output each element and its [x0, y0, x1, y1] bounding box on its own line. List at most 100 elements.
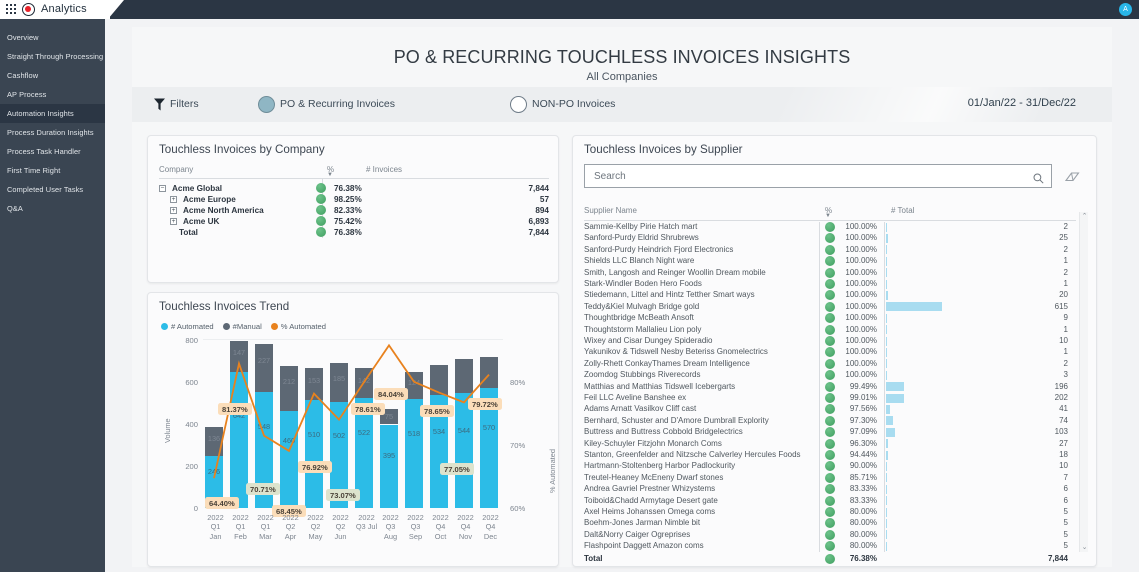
supplier-row[interactable]: Flashpoint Daggett Amazon coms 80.00% 5: [573, 541, 1098, 552]
supplier-row[interactable]: Stanton, Greenfelder and Nitzsche Calver…: [573, 450, 1098, 461]
date-range-label[interactable]: 01/Jan/22 - 31/Dec/22: [968, 97, 1076, 109]
supplier-row[interactable]: Dalt&Norry Caiger Ogreprises 80.00% 5: [573, 529, 1098, 541]
table-header-divider: [584, 220, 1076, 221]
x-tick-label: 2022 Q3 Aug: [382, 513, 399, 541]
supplier-row[interactable]: Yakunikov & Tidswell Nesby Beteriss Gnom…: [573, 347, 1098, 358]
supplier-row[interactable]: Sammie-Kellby Pirie Hatch mart 100.00% 2: [573, 222, 1098, 233]
supplier-row[interactable]: Shields LLC Blanch Night ware 100.00% 1: [573, 256, 1098, 267]
supplier-total: 1: [1063, 279, 1068, 288]
status-indicator-dot: [825, 404, 835, 415]
supplier-name: Hartmann-Stoltenberg Harbor Padlockurity: [584, 461, 736, 471]
supplier-row[interactable]: Adams Arnatt Vasilkov Cliff cast 97.56% 41: [573, 404, 1098, 415]
sidebar-item-qa[interactable]: Q&A: [0, 199, 105, 218]
supplier-bar: [886, 347, 888, 357]
supplier-row[interactable]: Smith, Langosh and Reinger Woollin Dream…: [573, 267, 1098, 279]
user-avatar[interactable]: A: [1119, 3, 1132, 16]
supplier-bar: [886, 279, 888, 289]
legend-item-manual[interactable]: #Manual: [222, 322, 262, 331]
eraser-icon[interactable]: [1064, 170, 1080, 182]
supplier-bar: [886, 382, 904, 392]
supplier-row[interactable]: Feil LLC Aveline Banshee ex 99.01% 202: [573, 393, 1098, 404]
supplier-row[interactable]: Toiboid&Chadd Armytage Desert gate 83.33%…: [573, 495, 1098, 507]
radio-po-recurring-invoices[interactable]: [258, 96, 275, 113]
supplier-row[interactable]: Treutel-Heaney McEneny Dwarf stones 85.71…: [573, 472, 1098, 484]
supplier-pct: 100.00%: [845, 313, 877, 323]
legend-label-pct-automated: % Automated: [280, 322, 326, 331]
supplier-row[interactable]: Zoomdog Stubbings Riverecords 100.00% 3: [573, 370, 1098, 381]
supplier-row[interactable]: Buttress and Buttress Cobbold Bridgelect…: [573, 427, 1098, 438]
scroll-up-icon[interactable]: ⌃: [1080, 212, 1089, 221]
supplier-row[interactable]: Bernhard, Schuster and D'Amore Dumbrall …: [573, 415, 1098, 427]
supplier-bar: [886, 461, 888, 471]
supplier-bar: [886, 370, 888, 380]
supplier-pct: 100.00%: [845, 358, 877, 368]
sidebar-item-overview[interactable]: Overview: [0, 28, 105, 47]
filters-label[interactable]: Filters: [170, 98, 199, 110]
supplier-row[interactable]: Andrea Gavriel Prestner Whizystems 83.33%…: [573, 484, 1098, 495]
legend-item-automated[interactable]: # Automated: [161, 322, 214, 331]
supplier-bar: [886, 416, 893, 426]
supplier-total: 1: [1063, 256, 1068, 266]
grid-apps-icon[interactable]: [6, 4, 17, 15]
supplier-row[interactable]: Hartmann-Stoltenberg Harbor Padlockurity…: [573, 461, 1098, 472]
supplier-pct: 83.33%: [849, 495, 877, 505]
pct-label: 79.72%: [468, 398, 502, 410]
sidebar-item-automation-insights[interactable]: Automation Insights: [0, 104, 105, 123]
search-input[interactable]: Search: [584, 164, 1052, 188]
col-header-invoices[interactable]: # Invoices: [366, 165, 402, 174]
supplier-row[interactable]: Stiedemann, Littel and Hintz Tetther Sma…: [573, 290, 1098, 301]
y2-tick-80: 80%: [510, 378, 526, 387]
radio-label-non-po-invoices[interactable]: NON-PO Invoices: [532, 98, 615, 110]
tree-toggle-expand-icon[interactable]: +: [170, 196, 177, 203]
supplier-row[interactable]: Boehm-Jones Jarman Nimble bit 80.00% 5: [573, 518, 1098, 529]
supplier-row[interactable]: Matthias and Matthias Tidswell Icebergar…: [573, 381, 1098, 393]
supplier-name: Thoughtstorm Mallalieu Lion poly: [584, 324, 702, 334]
supplier-pct: 90.00%: [849, 461, 877, 471]
sidebar-item-process-duration-insights[interactable]: Process Duration Insights: [0, 123, 105, 142]
card-title-trend: Touchless Invoices Trend: [159, 300, 290, 313]
supplier-total: 18: [1059, 450, 1068, 459]
col-header-company[interactable]: Company: [159, 165, 193, 174]
supplier-name: Adams Arnatt Vasilkov Cliff cast: [584, 404, 697, 414]
supplier-row[interactable]: Thoughtstorm Mallalieu Lion poly 100.00% 1: [573, 324, 1098, 336]
supplier-row[interactable]: Wixey and Cisar Dungey Spideradio 100.00%…: [573, 336, 1098, 347]
funnel-icon[interactable]: [154, 98, 165, 111]
supplier-row[interactable]: Sanford-Purdy Heindrich Fjord Electronic…: [573, 244, 1098, 256]
col-header-supplier-name[interactable]: Supplier Name: [584, 206, 637, 215]
legend-label-automated: # Automated: [171, 322, 214, 331]
tree-toggle-expand-icon[interactable]: +: [170, 207, 177, 214]
status-indicator-dot: [825, 415, 835, 426]
pct-label: 77.05%: [440, 463, 474, 475]
supplier-name: Kiley-Schuyler Fitzjohn Monarch Coms: [584, 438, 722, 448]
sidebar-item-cashflow[interactable]: Cashflow: [0, 66, 105, 85]
tree-toggle-expand-icon[interactable]: +: [170, 218, 177, 225]
supplier-row[interactable]: Stark-Windler Boden Hero Foods 100.00% 1: [573, 279, 1098, 290]
supplier-total: 2: [1063, 358, 1068, 368]
sidebar-item-process-task-handler[interactable]: Process Task Handler: [0, 142, 105, 161]
sidebar-item-ap-process[interactable]: AP Process: [0, 85, 105, 104]
supplier-row[interactable]: Sanford-Purdy Eldrid Shrubrews 100.00% 25: [573, 233, 1098, 244]
sidebar-item-first-time-right[interactable]: First Time Right: [0, 161, 105, 180]
supplier-pct: 97.09%: [849, 427, 877, 437]
sidebar-item-straight-through-processing[interactable]: Straight Through Processing: [0, 47, 105, 66]
tree-toggle-collapse-icon[interactable]: −: [159, 185, 166, 192]
supplier-row[interactable]: Axel Heims Johanssen Omega coms 80.00% 5: [573, 507, 1098, 518]
supplier-name: Andrea Gavriel Prestner Whizystems: [584, 484, 716, 494]
supplier-total: 5: [1063, 541, 1068, 551]
magnifier-icon[interactable]: [1033, 171, 1044, 184]
pct-label: 70.71%: [246, 483, 280, 495]
radio-non-po-invoices[interactable]: [510, 96, 527, 113]
supplier-row[interactable]: Zolly-Rhett ConkayThames Dream Intellige…: [573, 358, 1098, 370]
legend-swatch-manual: [222, 323, 230, 330]
supplier-row[interactable]: Teddy&Kiel Mulvagh Bridge gold 100.00% 615: [573, 301, 1098, 313]
pct-label: 73.07%: [326, 489, 360, 501]
supplier-row[interactable]: Thoughtbridge McBeath Ansoft 100.00% 9: [573, 313, 1098, 324]
legend-item-pct-automated[interactable]: % Automated: [270, 322, 326, 331]
status-indicator-dot: [825, 336, 835, 346]
card-title-supplier: Touchless Invoices by Supplier: [584, 143, 743, 156]
supplier-row[interactable]: Kiley-Schuyler Fitzjohn Monarch Coms 96.3…: [573, 438, 1098, 450]
col-header-supplier-total[interactable]: # Total: [891, 206, 914, 215]
radio-label-po-recurring-invoices[interactable]: PO & Recurring Invoices: [280, 98, 395, 110]
sidebar-item-completed-user-tasks[interactable]: Completed User Tasks: [0, 180, 105, 199]
supplier-name: Shields LLC Blanch Night ware: [584, 256, 695, 266]
